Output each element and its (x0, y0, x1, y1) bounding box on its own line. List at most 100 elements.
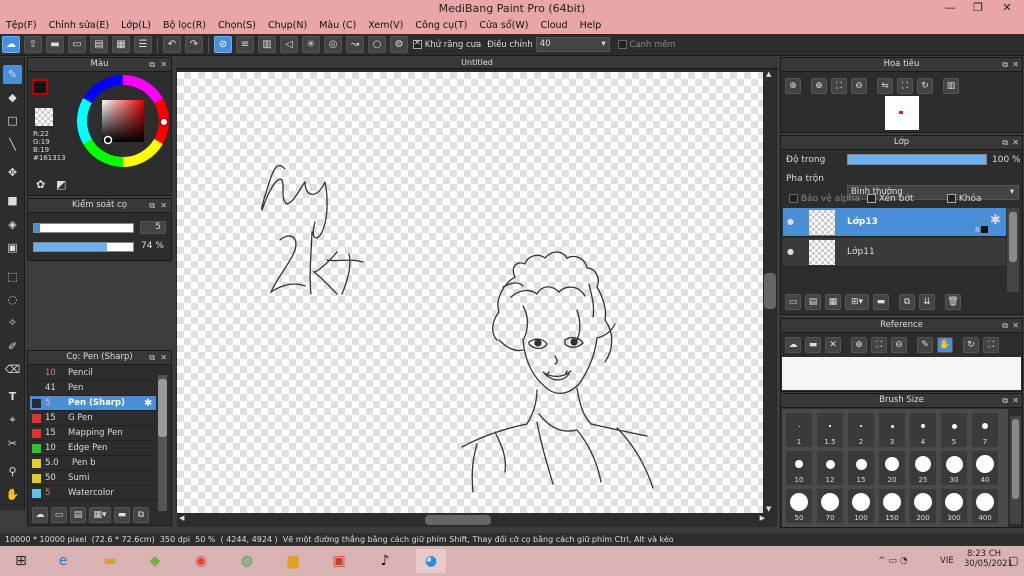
brush-size-option[interactable]: 300 (941, 489, 967, 523)
folder-icon[interactable]: ▬ (873, 294, 889, 310)
popout-icon[interactable]: ⧉ (1002, 319, 1008, 332)
brush-item[interactable]: 10 Pencil (30, 366, 156, 381)
brush-size-option[interactable]: 10 (786, 451, 812, 485)
magic-wand-tool-icon[interactable]: ✧ (3, 313, 22, 332)
zoom-in-icon[interactable]: ⊕ (811, 78, 827, 94)
transparent-color-swatch[interactable] (35, 108, 53, 126)
scrollbar-thumb[interactable] (425, 515, 491, 525)
close-icon[interactable]: ✕ (1012, 394, 1019, 407)
folder-icon[interactable]: ▬ (114, 507, 130, 523)
bluestacks-icon[interactable]: ◆ (140, 549, 170, 573)
color-wheel[interactable] (76, 74, 170, 168)
language-indicator[interactable]: VIE (940, 556, 954, 566)
menu-filter[interactable]: Bộ lọc(R) (157, 20, 212, 31)
layer-row[interactable]: ● Lớp11 (783, 238, 1006, 267)
restore-button[interactable]: ❐ (963, 0, 993, 17)
layer-list-scrollbar[interactable] (1007, 208, 1019, 292)
brush-list-scrollbar[interactable] (158, 375, 167, 511)
popout-icon[interactable]: ⧉ (149, 58, 155, 71)
gear-icon[interactable]: ✱ (990, 213, 1001, 228)
clock[interactable]: 8:23 CH 30/05/2021 (964, 549, 1013, 569)
edge-browser-icon[interactable]: e (48, 549, 78, 573)
eyedropper-tool-icon[interactable]: ⚲ (3, 462, 22, 481)
brush-item[interactable]: 15 G Pen (30, 411, 156, 426)
brush-size-option[interactable]: 1 (786, 413, 812, 447)
close-icon[interactable]: ✕ (1012, 58, 1019, 71)
new-halftone-layer-icon[interactable]: ▤ (805, 294, 821, 310)
layer-row-selected[interactable]: ● Lớp13 8 ✱ (783, 208, 1006, 237)
scrollbar-thumb[interactable] (764, 273, 776, 309)
brush-size-value[interactable]: 5 (140, 221, 166, 234)
new-layer-icon[interactable]: ▭ (785, 294, 801, 310)
delete-layer-icon[interactable]: 🗑 (945, 294, 961, 310)
vanishing-point-icon[interactable]: ◁ (280, 36, 298, 53)
blank-page-icon[interactable]: ▭ (68, 36, 86, 53)
protect-alpha-checkbox[interactable] (789, 194, 798, 203)
menu-tools[interactable]: Công cụ(T) (409, 20, 473, 31)
menu-window[interactable]: Cửa sổ(W) (473, 20, 534, 31)
brush-size-option[interactable]: 4 (910, 413, 936, 447)
lock-checkbox[interactable] (947, 194, 956, 203)
palette-icon[interactable]: ✿ (36, 178, 45, 191)
comment-icon[interactable]: ▬ (46, 36, 64, 53)
cloud-brush-icon[interactable]: ☁ (32, 507, 48, 523)
brush-size-option[interactable]: 400 (972, 489, 998, 523)
primary-color-swatch[interactable] (32, 79, 48, 95)
brush-size-option[interactable]: 40 (972, 451, 998, 485)
chrome-icon[interactable]: ◉ (186, 549, 216, 573)
rotate-icon[interactable]: ↻ (917, 78, 933, 94)
brush-item[interactable]: 5 Watercolor (30, 486, 156, 501)
undo-icon[interactable]: ↶ (163, 36, 181, 53)
brush-size-option[interactable]: 70 (817, 489, 843, 523)
brush-item-selected[interactable]: 5 Pen (Sharp) ✱ (30, 396, 156, 411)
brush-size-option[interactable]: 50 (786, 489, 812, 523)
blur-tool-icon[interactable]: ╲ (3, 135, 22, 154)
menu-snap[interactable]: Chụp(N) (262, 20, 313, 31)
cloud-icon[interactable]: ☁ (2, 36, 20, 53)
select-eraser-tool-icon[interactable]: ⌫ (3, 360, 22, 379)
radial-snap-icon[interactable]: ✳ (302, 36, 320, 53)
close-reference-icon[interactable]: ✕ (825, 337, 841, 353)
layer-opacity-slider[interactable] (847, 154, 987, 165)
snap-settings-icon[interactable]: ⚙ (390, 36, 408, 53)
powerpoint-icon[interactable]: ▣ (324, 549, 354, 573)
scroll-left-icon[interactable]: ◀ (179, 514, 184, 522)
menu-select[interactable]: Chọn(S) (212, 20, 262, 31)
brush-size-option[interactable]: 100 (848, 489, 874, 523)
color-mode-icon[interactable]: ◩ (56, 178, 66, 191)
reference-image-area[interactable] (782, 357, 1021, 390)
zoom-out-icon[interactable]: ⊖ (891, 337, 907, 353)
redo-icon[interactable]: ↷ (185, 36, 203, 53)
select-pen-tool-icon[interactable]: ✐ (3, 337, 22, 356)
popout-icon[interactable]: ⧉ (1002, 136, 1008, 149)
gear-icon[interactable]: ✱ (144, 396, 152, 411)
menu-view[interactable]: Xem(V) (362, 20, 409, 31)
cloud-download-icon[interactable]: ☁ (785, 337, 801, 353)
menu-layer[interactable]: Lớp(L) (115, 20, 157, 31)
adjust-select[interactable]: 40 ▾ (535, 37, 610, 52)
rotate-icon[interactable]: ↻ (963, 337, 979, 353)
close-icon[interactable]: ✕ (160, 58, 167, 71)
brush-size-option[interactable]: 12 (817, 451, 843, 485)
brush-size-option[interactable]: 30 (941, 451, 967, 485)
antialias-checkbox[interactable] (413, 38, 422, 49)
lasso-tool-icon[interactable]: ◌ (3, 290, 22, 309)
save-icon[interactable]: ▤ (90, 36, 108, 53)
actual-size-icon[interactable]: ⛶ (983, 337, 999, 353)
brush-size-option[interactable]: 2 (848, 413, 874, 447)
horizontal-scrollbar[interactable]: ◀ ▶ (177, 513, 777, 527)
operation-tool-icon[interactable]: ⌖ (3, 410, 22, 429)
fit-icon[interactable]: ⛶ (871, 337, 887, 353)
scroll-right-icon[interactable]: ▶ (760, 514, 765, 522)
brush-size-option[interactable]: 20 (879, 451, 905, 485)
merge-down-icon[interactable]: ⇊ (919, 294, 935, 310)
list-page-icon[interactable]: ☰ (134, 36, 152, 53)
grid-page-icon[interactable]: ▦ (112, 36, 130, 53)
brush-size-option[interactable]: 5 (941, 413, 967, 447)
scroll-up-icon[interactable]: ▲ (766, 70, 771, 78)
brush-item[interactable]: 10 Edge Pen (30, 441, 156, 456)
concentric-snap-icon[interactable]: ◎ (324, 36, 342, 53)
brush-size-scrollbar[interactable] (1010, 416, 1021, 524)
text-tool-icon[interactable]: T (3, 387, 22, 406)
gradient-tool-icon[interactable]: ▣ (3, 238, 22, 257)
